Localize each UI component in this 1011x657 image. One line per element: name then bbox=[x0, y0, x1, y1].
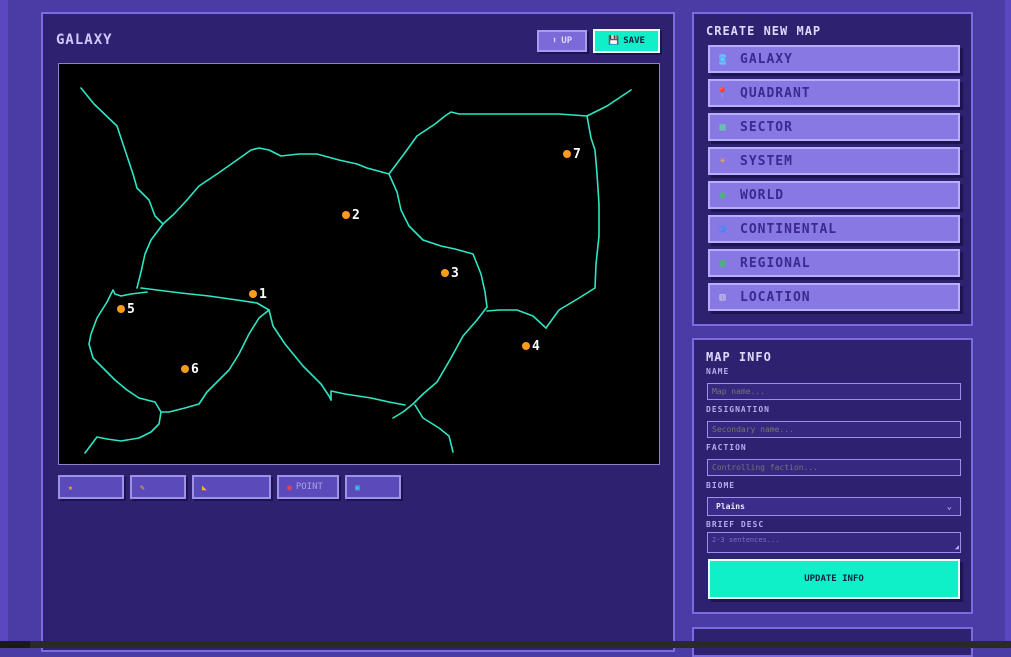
star-icon: ★ bbox=[68, 482, 73, 492]
create-location-button[interactable]: ▥ LOCATION bbox=[708, 283, 960, 311]
border-line bbox=[414, 404, 454, 453]
create-system-button[interactable]: ☀ SYSTEM bbox=[708, 147, 960, 175]
brief-desc-textarea[interactable]: 2-3 sentences... ◢ bbox=[707, 532, 961, 553]
biome-value: Plains bbox=[716, 502, 745, 511]
arrow-up-icon: ⬆ bbox=[551, 36, 558, 46]
map-point-label: 1 bbox=[259, 287, 267, 302]
border-line bbox=[486, 309, 547, 329]
map-point-label: 6 bbox=[191, 362, 199, 377]
border-line bbox=[136, 223, 164, 289]
border-line bbox=[388, 89, 632, 175]
map-point-marker[interactable] bbox=[249, 290, 257, 298]
faction-field[interactable] bbox=[707, 459, 961, 476]
create-sector-button[interactable]: ▦ SECTOR bbox=[708, 113, 960, 141]
save-button[interactable]: 💾 SAVE bbox=[593, 29, 660, 53]
border-line bbox=[160, 309, 270, 413]
designation-field[interactable] bbox=[707, 421, 961, 438]
name-field[interactable] bbox=[707, 383, 961, 400]
create-regional-button[interactable]: ▩ REGIONAL bbox=[708, 249, 960, 277]
continent-icon: ◪ bbox=[719, 223, 727, 235]
name-label: NAME bbox=[706, 367, 730, 376]
map-points: 1 2 3 4 5 6 7 bbox=[117, 147, 581, 377]
sun-icon: ☀ bbox=[719, 155, 727, 167]
map-title: GALAXY bbox=[56, 32, 113, 48]
create-world-button[interactable]: ◉ WORLD bbox=[708, 181, 960, 209]
create-sector-label: SECTOR bbox=[740, 119, 793, 135]
galaxy-icon: ◙ bbox=[719, 53, 727, 65]
biome-label: BIOME bbox=[706, 481, 736, 490]
window-frame-left bbox=[0, 0, 8, 648]
region-icon: ▩ bbox=[719, 257, 727, 269]
select-tool[interactable]: ★ bbox=[58, 475, 124, 499]
floppy-disk-icon: 💾 bbox=[608, 36, 620, 46]
create-galaxy-label: GALAXY bbox=[740, 51, 793, 67]
create-continental-button[interactable]: ◪ CONTINENTAL bbox=[708, 215, 960, 243]
pin-icon: 📍 bbox=[716, 87, 730, 99]
faction-label: FACTION bbox=[706, 443, 747, 452]
map-point-marker[interactable] bbox=[522, 342, 530, 350]
create-system-label: SYSTEM bbox=[740, 153, 793, 169]
pencil-icon: ✎ bbox=[140, 482, 145, 492]
map-point-marker[interactable] bbox=[441, 269, 449, 277]
border-line bbox=[330, 390, 406, 406]
up-button[interactable]: ⬆ UP bbox=[537, 30, 587, 52]
draw-tool[interactable]: ✎ bbox=[130, 475, 186, 499]
window-frame-right bbox=[1005, 0, 1011, 648]
map-drawing: 1 2 3 4 5 6 7 bbox=[80, 87, 632, 454]
border-line bbox=[388, 173, 488, 308]
biome-select[interactable]: Plains ⌄ bbox=[707, 497, 961, 516]
create-regional-label: REGIONAL bbox=[740, 255, 811, 271]
map-point-label: 7 bbox=[573, 147, 581, 162]
create-quadrant-button[interactable]: 📍 QUADRANT bbox=[708, 79, 960, 107]
border-line bbox=[84, 411, 162, 454]
map-point-marker[interactable] bbox=[563, 150, 571, 158]
border-line bbox=[268, 309, 332, 401]
point-tool-label: POINT bbox=[295, 482, 323, 492]
brief-desc-label: BRIEF DESC bbox=[706, 520, 765, 529]
map-point-marker[interactable] bbox=[181, 365, 189, 373]
map-canvas[interactable]: 1 2 3 4 5 6 7 bbox=[58, 63, 660, 465]
create-map-panel: CREATE NEW MAP ◙ GALAXY 📍 QUADRANT ▦ SEC… bbox=[692, 12, 973, 326]
border-line bbox=[392, 306, 488, 419]
map-point-label: 5 bbox=[127, 302, 135, 317]
map-info-title: MAP INFO bbox=[706, 350, 772, 364]
map-icon: ▦ bbox=[719, 121, 727, 133]
image-tool[interactable]: ▣ bbox=[345, 475, 401, 499]
border-line bbox=[88, 289, 162, 413]
create-map-title: CREATE NEW MAP bbox=[706, 24, 822, 38]
brief-desc-placeholder: 2-3 sentences... bbox=[712, 536, 780, 544]
measure-tool[interactable]: ◣ bbox=[192, 475, 271, 499]
map-point-marker[interactable] bbox=[117, 305, 125, 313]
map-info-panel: MAP INFO NAME DESIGNATION FACTION BIOME … bbox=[692, 338, 973, 614]
up-button-label: UP bbox=[561, 36, 573, 46]
triangle-ruler-icon: ◣ bbox=[202, 482, 207, 492]
building-icon: ▥ bbox=[719, 291, 727, 303]
designation-label: DESIGNATION bbox=[706, 405, 770, 414]
map-point-label: 2 bbox=[352, 208, 360, 223]
save-button-label: SAVE bbox=[623, 36, 645, 46]
map-point-label: 3 bbox=[451, 266, 459, 281]
map-point-label: 4 bbox=[532, 339, 540, 354]
picture-icon: ▣ bbox=[355, 482, 360, 492]
globe-icon: ◉ bbox=[719, 189, 727, 201]
create-continental-label: CONTINENTAL bbox=[740, 221, 838, 237]
map-point-marker[interactable] bbox=[342, 211, 350, 219]
border-line bbox=[140, 287, 270, 311]
resize-grip-icon[interactable]: ◢ bbox=[955, 543, 959, 551]
chevron-down-icon: ⌄ bbox=[946, 501, 952, 512]
point-tool[interactable]: ● POINT bbox=[277, 475, 339, 499]
create-quadrant-label: QUADRANT bbox=[740, 85, 811, 101]
border-line bbox=[80, 87, 164, 225]
update-info-button[interactable]: UPDATE INFO bbox=[708, 559, 960, 599]
pin-icon: ● bbox=[287, 482, 292, 492]
create-location-label: LOCATION bbox=[740, 289, 811, 305]
create-world-label: WORLD bbox=[740, 187, 785, 203]
create-galaxy-button[interactable]: ◙ GALAXY bbox=[708, 45, 960, 73]
bottom-bar bbox=[0, 641, 1011, 648]
region-borders bbox=[80, 87, 632, 454]
